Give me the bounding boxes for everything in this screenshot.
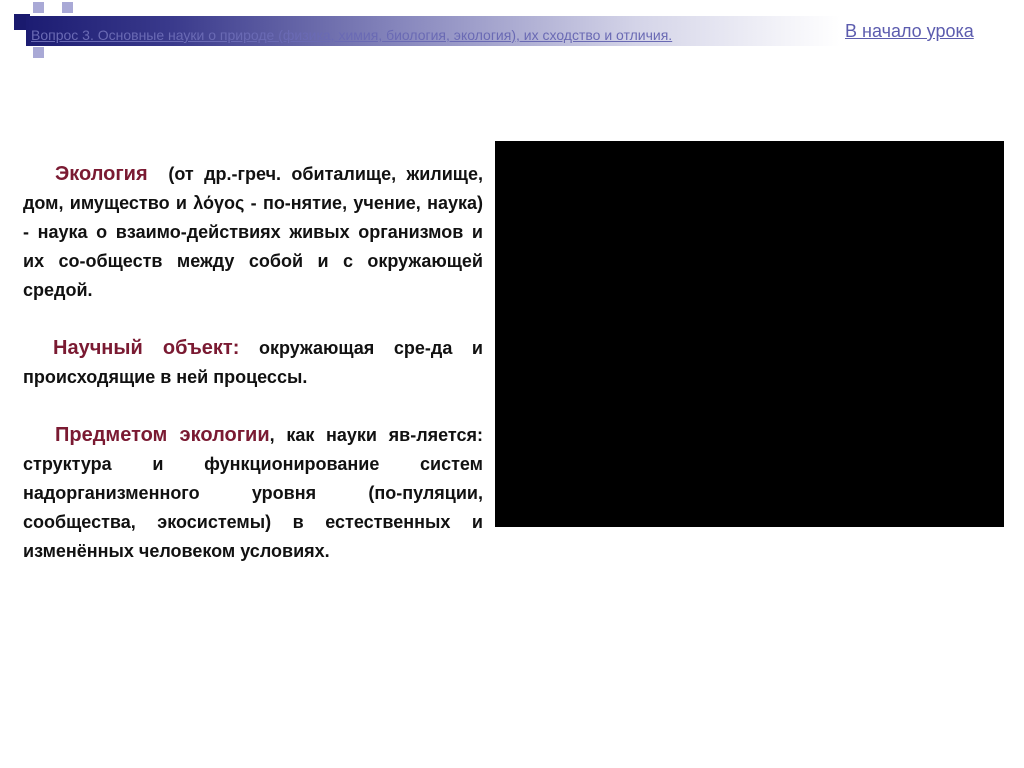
slide-text: Экология (от др.-греч. обиталище, жилище… — [23, 160, 483, 566]
deco-square — [62, 2, 73, 13]
term-subject: Предметом экологии — [55, 424, 270, 446]
deco-square — [33, 2, 44, 13]
back-to-start-link[interactable]: В начало урока — [845, 21, 974, 42]
media-placeholder[interactable] — [495, 141, 1004, 527]
slide-title[interactable]: Вопрос 3. Основные науки о природе (физи… — [31, 27, 831, 43]
term-object: Научный объект: — [53, 337, 240, 359]
paragraph-ecology: Экология (от др.-греч. обиталище, жилище… — [23, 160, 483, 305]
deco-square — [33, 47, 44, 58]
paragraph-object: Научный объект: окружающая сре-да и прои… — [23, 334, 483, 392]
term-ecology: Экология — [55, 163, 148, 185]
paragraph-subject: Предметом экологии, как науки яв-ляется:… — [23, 421, 483, 566]
